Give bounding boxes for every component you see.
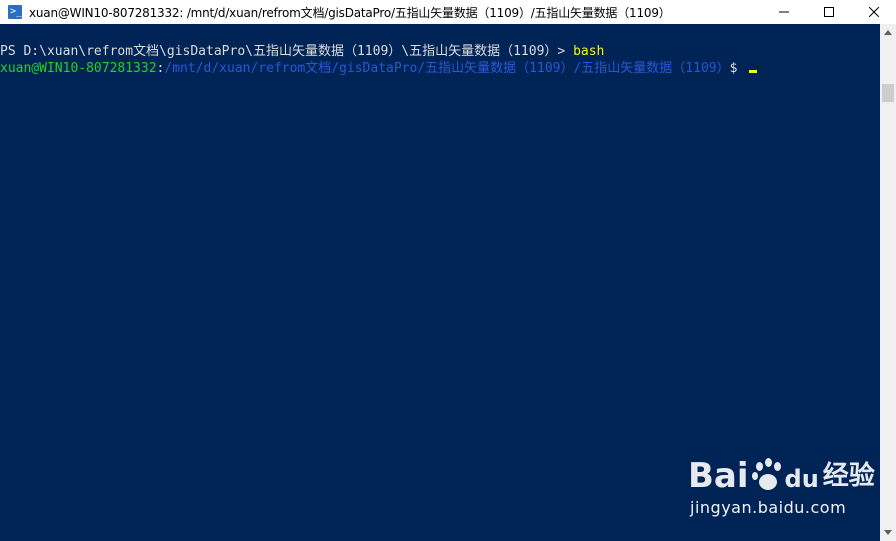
chevron-up-icon <box>884 30 892 35</box>
window-title: xuan@WIN10-807281332: /mnt/d/xuan/refrom… <box>29 5 671 20</box>
chevron-down-icon <box>884 530 892 535</box>
maximize-button[interactable] <box>806 0 851 24</box>
powershell-prompt: PS D:\xuan\refrom文档\gisDataPro\五指山矢量数据（1… <box>0 44 574 59</box>
terminal-line-powershell: PS D:\xuan\refrom文档\gisDataPro\五指山矢量数据（1… <box>0 43 880 60</box>
bash-user-host: xuan@WIN10-807281332 <box>0 61 157 76</box>
scroll-down-button[interactable] <box>880 524 896 541</box>
terminal-line-bash: xuan@WIN10-807281332:/mnt/d/xuan/refrom文… <box>0 60 880 77</box>
window-controls <box>761 0 896 24</box>
terminal-console[interactable]: PS D:\xuan\refrom文档\gisDataPro\五指山矢量数据（1… <box>0 24 880 541</box>
bash-dollar: $ <box>729 61 746 76</box>
close-icon <box>868 7 879 17</box>
command-text: bash <box>573 44 605 59</box>
minimize-button[interactable] <box>761 0 806 24</box>
minimize-icon <box>778 11 789 13</box>
maximize-icon <box>823 7 834 17</box>
scroll-thumb[interactable] <box>882 84 894 102</box>
bash-path: /mnt/d/xuan/refrom文档/gisDataPro/五指山矢量数据（… <box>164 61 730 76</box>
title-bar[interactable]: >_ xuan@WIN10-807281332: /mnt/d/xuan/ref… <box>0 0 896 24</box>
text-cursor <box>749 70 758 73</box>
scroll-up-button[interactable] <box>880 24 896 41</box>
close-button[interactable] <box>851 0 896 24</box>
powershell-icon: >_ <box>8 5 23 19</box>
vertical-scrollbar[interactable] <box>880 24 896 541</box>
